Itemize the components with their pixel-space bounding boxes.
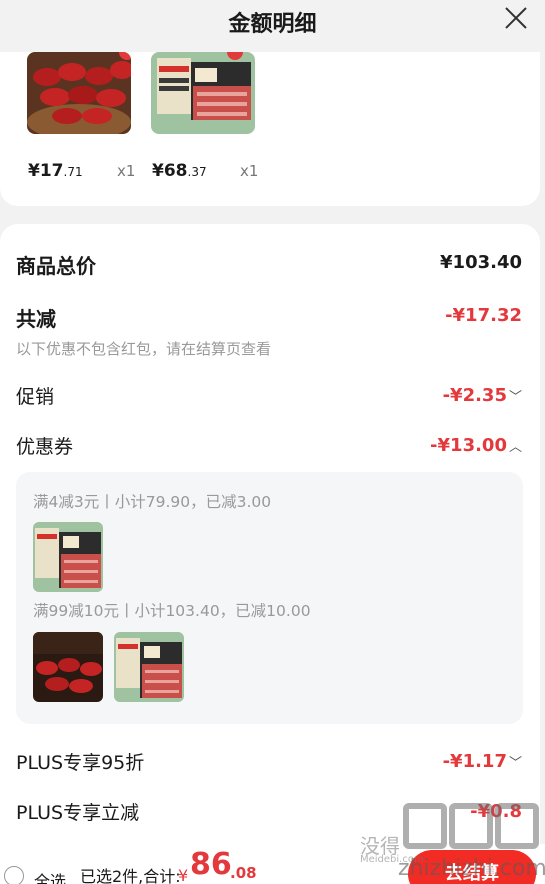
- total-currency: ¥: [178, 866, 189, 884]
- product-list-card: ¥17.71 x1 ¥68.37 x1: [0, 52, 540, 206]
- product-price: ¥17.71: [28, 161, 83, 181]
- coupon-row[interactable]: -¥13.00 ︿: [430, 435, 522, 456]
- product-quantity: x1: [240, 162, 259, 180]
- page-title: 金额明细: [228, 12, 317, 37]
- chevron-down-icon: ﹀: [508, 390, 522, 405]
- coupon-label: 优惠券: [16, 436, 74, 458]
- selected-summary: 已选2件,合计:: [80, 867, 181, 884]
- sausage-image[interactable]: [33, 632, 103, 702]
- chevron-up-icon: ︿: [508, 440, 522, 455]
- watermark-text: zhizhizhi.com: [398, 856, 545, 881]
- sausage-image[interactable]: [27, 52, 131, 134]
- total-reduce-value: -¥17.32: [445, 305, 522, 326]
- plus-discount-label: PLUS专享95折: [16, 752, 145, 774]
- product-quantity: x1: [117, 162, 136, 180]
- product-price: ¥68.37: [152, 161, 207, 181]
- total-amount-decimal: .08: [230, 864, 257, 882]
- reduce-note: 以下优惠不包含红包，请在结算页查看: [16, 340, 272, 358]
- promotion-label: 促销: [16, 386, 55, 408]
- plus-discount-row[interactable]: -¥1.17 ﹀: [443, 751, 522, 772]
- total-price-label: 商品总价: [16, 254, 96, 278]
- select-all-checkbox[interactable]: [4, 866, 24, 884]
- meat-pack-image[interactable]: [33, 522, 103, 592]
- coupon-line: 满99减10元丨小计103.40，已减10.00: [33, 602, 311, 620]
- promotion-row[interactable]: -¥2.35 ﹀: [443, 385, 522, 406]
- meat-pack-image[interactable]: [114, 632, 184, 702]
- total-price-value: ¥103.40: [440, 252, 522, 273]
- meat-pack-image[interactable]: [151, 52, 255, 134]
- watermark: 没得 Meidebi.com zhizhizhi.com: [358, 800, 545, 884]
- total-reduce-label: 共减: [16, 307, 56, 331]
- plus-reduce-label: PLUS专享立减: [16, 802, 140, 824]
- close-icon[interactable]: [503, 5, 529, 31]
- select-all-label[interactable]: 全选: [34, 868, 66, 884]
- total-amount-integer: 86: [190, 847, 232, 882]
- price-detail-card: 商品总价 ¥103.40 共减 -¥17.32 以下优惠不包含红包，请在结算页查…: [0, 224, 540, 844]
- coupon-line: 满4减3元丨小计79.90，已减3.00: [33, 493, 272, 511]
- header: 金额明细: [0, 0, 545, 52]
- chevron-down-icon: ﹀: [508, 756, 522, 771]
- coupon-detail-box: 满4减3元丨小计79.90，已减3.00 满99减10元丨小计103.40，已减…: [16, 472, 523, 724]
